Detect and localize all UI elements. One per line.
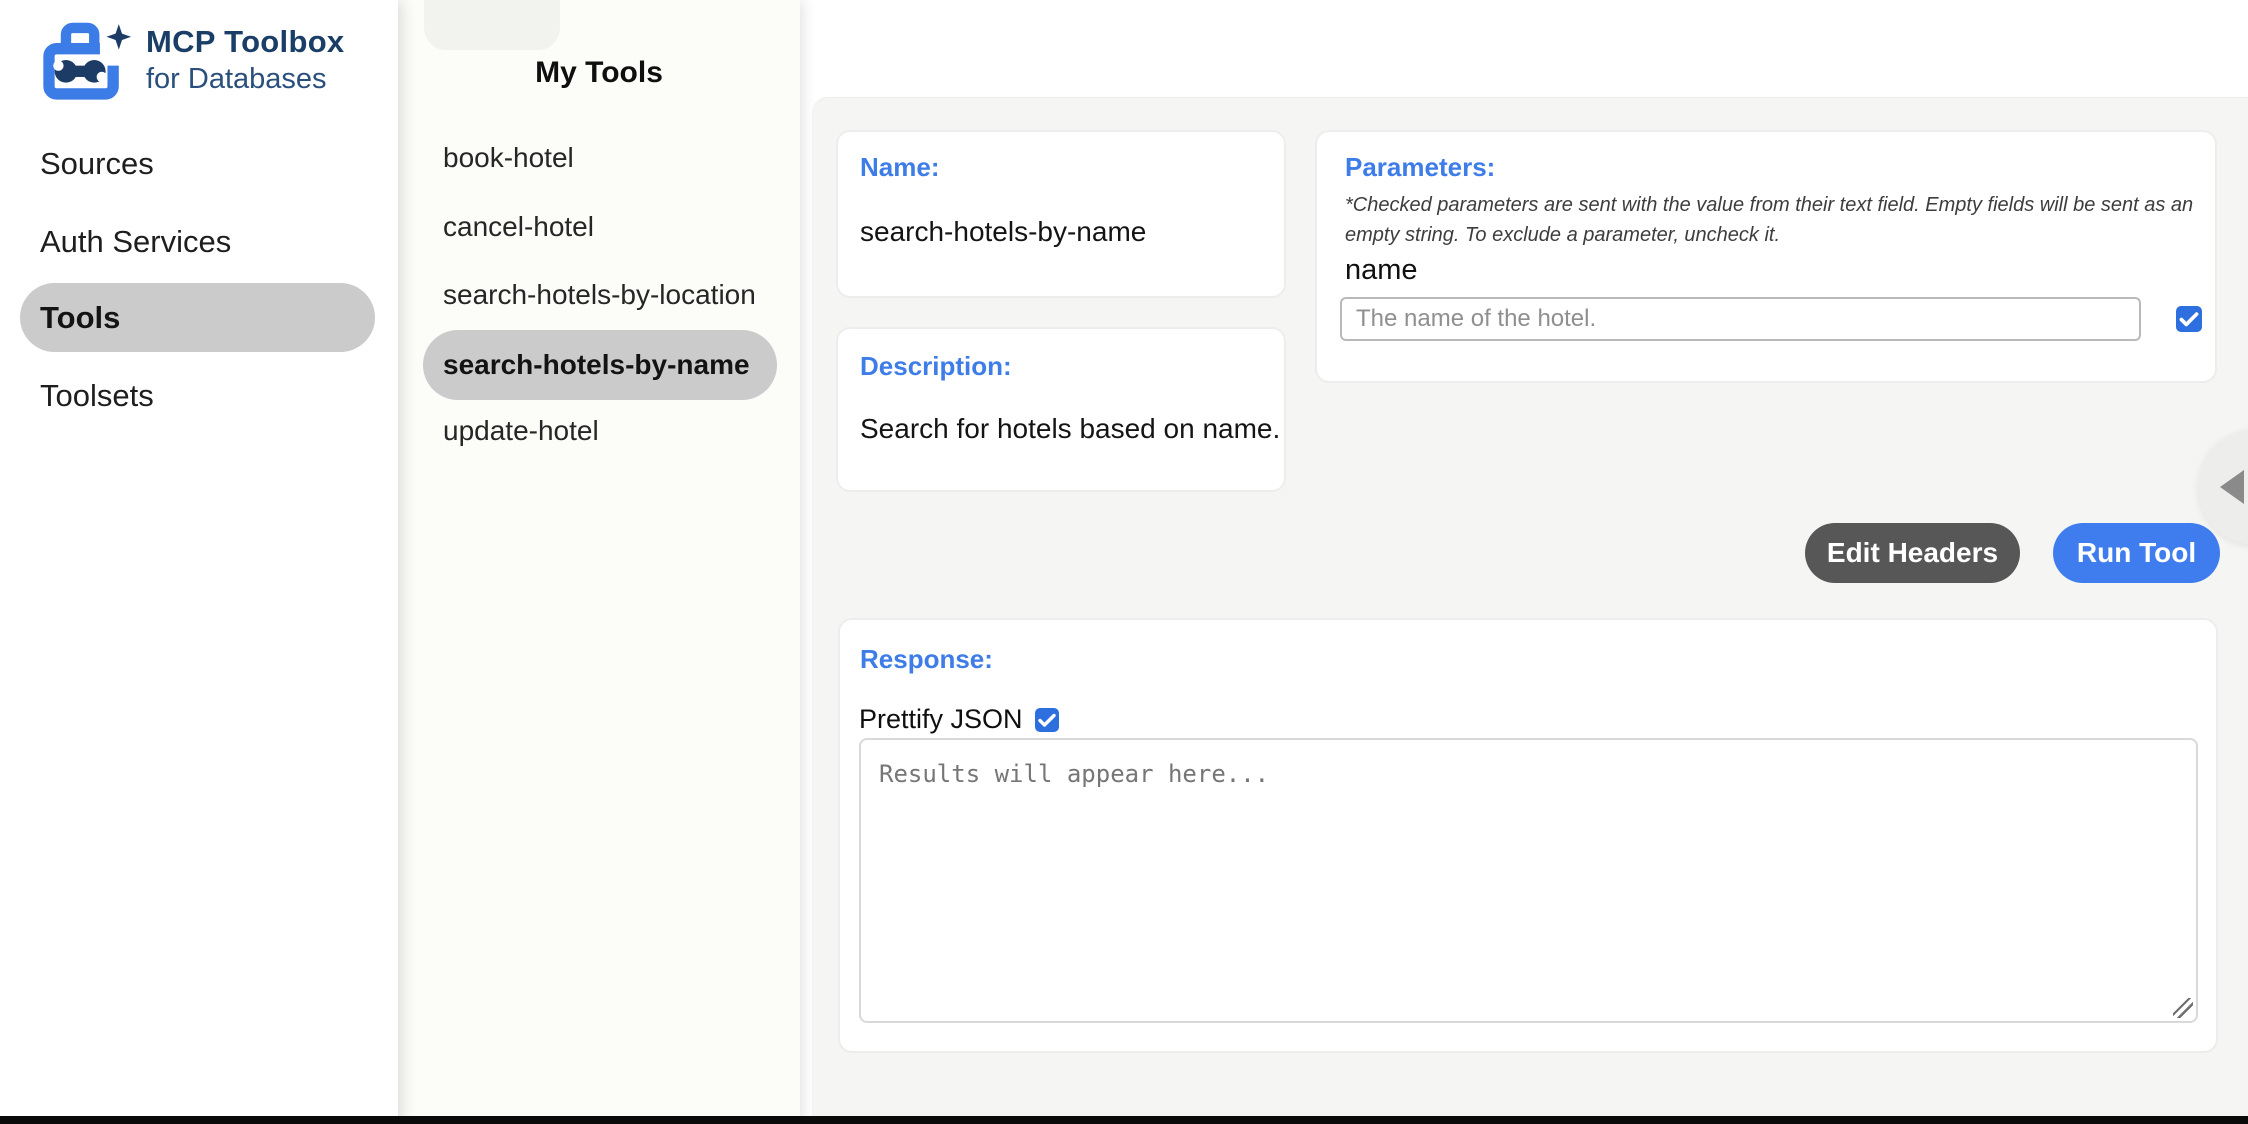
edit-headers-button[interactable]: Edit Headers [1805, 523, 2020, 583]
tool-item-search-hotels-by-name-label: search-hotels-by-name [443, 349, 750, 381]
sidebar-item-toolsets[interactable]: Toolsets [40, 378, 154, 414]
app-logo: MCP Toolbox for Databases [32, 18, 344, 102]
tool-item-search-hotels-by-name[interactable]: search-hotels-by-name [423, 330, 777, 400]
param-name-label: name [1345, 254, 1418, 287]
sidebar-item-tools-label: Tools [40, 300, 120, 336]
tool-item-update-hotel[interactable]: update-hotel [443, 415, 599, 447]
checkmark-icon [2176, 306, 2202, 332]
sidebar: MCP Toolbox for Databases Sources Auth S… [0, 0, 398, 1124]
logo-subtitle: for Databases [146, 63, 344, 96]
parameters-note: *Checked parameters are sent with the va… [1345, 190, 2211, 250]
prettify-json-checkbox[interactable] [1035, 708, 1059, 732]
sidebar-item-auth-services[interactable]: Auth Services [40, 224, 231, 260]
resize-handle-icon[interactable] [2173, 998, 2193, 1018]
tools-panel-title: My Tools [398, 56, 800, 90]
response-output-textarea[interactable] [859, 738, 2198, 1023]
logo-title: MCP Toolbox [146, 24, 344, 60]
tool-name-card: Name: search-hotels-by-name [836, 130, 1286, 298]
tool-item-search-hotels-by-location[interactable]: search-hotels-by-location [443, 279, 756, 311]
sidebar-item-sources[interactable]: Sources [40, 146, 154, 182]
response-card: Response: Prettify JSON [838, 618, 2218, 1053]
description-value: Search for hotels based on name. [860, 413, 1280, 445]
sparkle-glyph [107, 24, 132, 49]
chevron-left-icon [2220, 470, 2244, 504]
parameters-card: Parameters: *Checked parameters are sent… [1315, 130, 2217, 383]
scrolled-pill-remnant [424, 0, 560, 50]
tool-item-cancel-hotel[interactable]: cancel-hotel [443, 211, 594, 243]
bottom-edge-bar [0, 1116, 2248, 1124]
parameters-label: Parameters: [1345, 152, 1495, 183]
name-value: search-hotels-by-name [860, 216, 1146, 248]
tools-list-panel: My Tools book-hotel cancel-hotel search-… [398, 0, 800, 1124]
wrench-glyph [53, 60, 107, 83]
sidebar-item-tools[interactable]: Tools [20, 283, 375, 352]
checkmark-icon [1035, 708, 1059, 732]
param-name-checkbox[interactable] [2176, 306, 2202, 332]
toolbox-logo-icon [32, 18, 132, 102]
tool-description-card: Description: Search for hotels based on … [836, 327, 1286, 492]
description-label: Description: [860, 351, 1012, 382]
response-label: Response: [860, 644, 993, 675]
param-name-input[interactable] [1340, 297, 2141, 341]
tool-item-book-hotel[interactable]: book-hotel [443, 142, 574, 174]
name-label: Name: [860, 152, 939, 183]
run-tool-button[interactable]: Run Tool [2053, 523, 2220, 583]
prettify-json-label: Prettify JSON [859, 704, 1023, 735]
